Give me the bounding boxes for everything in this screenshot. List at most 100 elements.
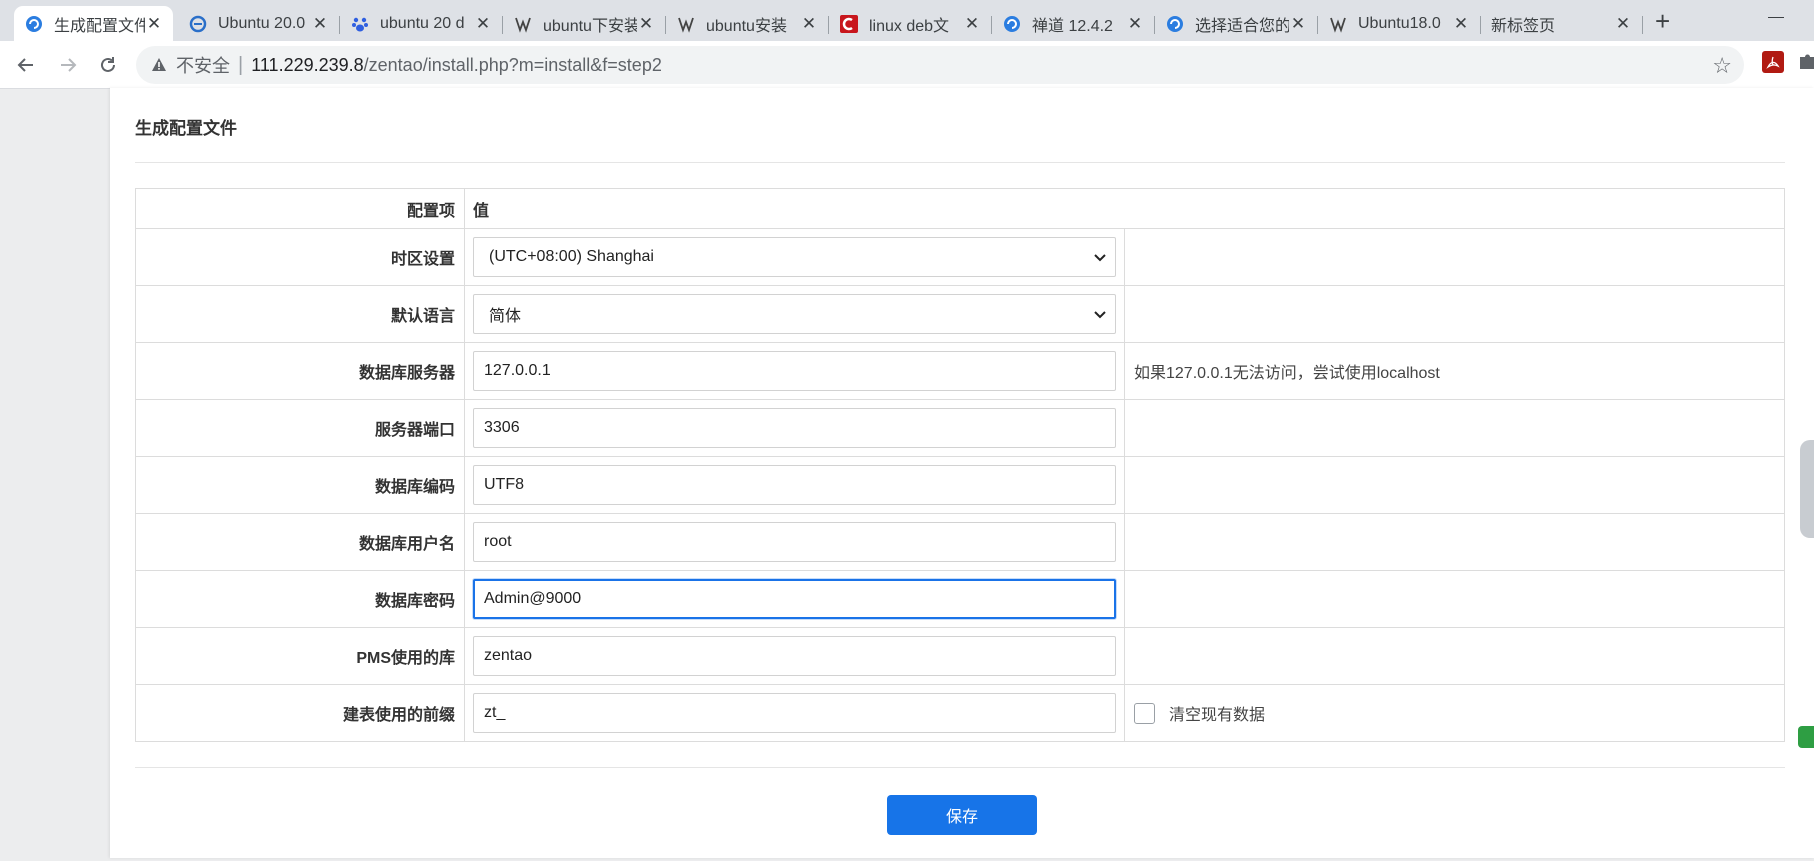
tab-generate-config[interactable]: 生成配置文件 ✕	[14, 6, 173, 41]
row-note	[1124, 228, 1785, 286]
tab-label: ubuntu下安装	[543, 17, 637, 35]
zentao-icon	[1165, 14, 1185, 34]
url-path[interactable]: /zentao/install.php?m=install&f=step2	[364, 55, 662, 76]
acrobat-pdf-icon[interactable]	[1762, 51, 1784, 73]
row-note	[1124, 627, 1785, 685]
db-port-input[interactable]: 3306	[473, 408, 1116, 448]
tab-close-icon[interactable]: ✕	[963, 14, 981, 34]
table-prefix-input[interactable]: zt_	[473, 693, 1116, 733]
select-value: (UTC+08:00) Shanghai	[489, 248, 654, 265]
tab-close-icon[interactable]: ✕	[474, 14, 492, 34]
clear-data-checkbox[interactable]	[1134, 702, 1155, 724]
header-value: 值	[464, 188, 1785, 229]
db-password-input[interactable]: Admin@9000	[473, 579, 1116, 619]
tab-close-icon[interactable]: ✕	[800, 14, 818, 34]
tab-zentao-1242[interactable]: 禅道 12.4.2 ✕	[992, 6, 1155, 41]
row-label: 数据库编码	[135, 456, 465, 514]
tab-close-icon[interactable]: ✕	[145, 14, 163, 34]
tab-close-icon[interactable]: ✕	[1289, 14, 1307, 34]
chevron-down-icon	[1094, 311, 1106, 319]
tab-close-icon[interactable]: ✕	[1614, 14, 1632, 34]
row-label: 数据库服务器	[135, 342, 465, 400]
tab-close-icon[interactable]: ✕	[311, 14, 329, 34]
header-divider	[135, 162, 1785, 163]
browser-toolbar: 不安全 | 111.229.239.8 /zentao/install.php?…	[0, 41, 1814, 89]
tab-close-icon[interactable]: ✕	[1452, 14, 1470, 34]
tab-label: Ubuntu18.0	[1358, 14, 1441, 32]
table-row-db-password: 数据库密码 Admin@9000	[135, 570, 1785, 628]
bookmark-star-icon[interactable]: ☆	[1712, 53, 1732, 79]
forward-arrow-icon[interactable]	[52, 49, 84, 81]
tab-new-tab[interactable]: 新标签页 ✕	[1481, 6, 1643, 41]
tab-strip: 生成配置文件 ✕ Ubuntu 20.0 ✕ ubuntu 20 d ✕ ubu…	[0, 0, 1814, 41]
footer-divider	[135, 767, 1785, 768]
zentao-icon	[1002, 14, 1022, 34]
table-row-pms-db: PMS使用的库 zentao	[135, 627, 1785, 685]
table-row-db-user: 数据库用户名 root	[135, 513, 1785, 571]
address-bar[interactable]: 不安全 | 111.229.239.8 /zentao/install.php?…	[136, 46, 1744, 84]
row-label: 默认语言	[135, 285, 465, 343]
tab-label: 生成配置文件	[54, 17, 145, 35]
tab-label: linux deb文	[869, 17, 950, 35]
tab-label: 禅道 12.4.2	[1032, 17, 1113, 35]
header-config-item: 配置项	[135, 188, 465, 229]
extensions-puzzle-icon[interactable]	[1800, 51, 1814, 73]
back-arrow-icon[interactable]	[10, 49, 42, 81]
tab-choose-suitable[interactable]: 选择适合您的 ✕	[1155, 6, 1318, 41]
wolf-icon	[676, 14, 696, 34]
tab-ubuntu-20-b[interactable]: ubuntu 20 d ✕	[340, 6, 503, 41]
minimize-window-icon[interactable]	[1768, 6, 1784, 28]
language-select[interactable]: 简体	[473, 294, 1116, 334]
db-host-input[interactable]: 127.0.0.1	[473, 351, 1116, 391]
tab-linux-deb[interactable]: linux deb文 ✕	[829, 6, 992, 41]
table-row-language: 默认语言 简体	[135, 285, 1785, 343]
tab-ubuntu-install-b[interactable]: ubuntu安装 ✕	[666, 6, 829, 41]
row-note	[1124, 570, 1785, 628]
select-value: 简体	[489, 308, 522, 325]
row-label: 数据库密码	[135, 570, 465, 628]
new-tab-plus-icon[interactable]: +	[1655, 5, 1670, 37]
timezone-select[interactable]: (UTC+08:00) Shanghai	[473, 237, 1116, 277]
reload-icon[interactable]	[92, 49, 124, 81]
tab-label: ubuntu安装	[706, 17, 787, 35]
url-host[interactable]: 111.229.239.8	[251, 55, 363, 76]
tab-close-icon[interactable]: ✕	[1126, 14, 1144, 34]
wolf-icon	[513, 14, 533, 34]
row-label: 建表使用的前缀	[135, 684, 465, 742]
row-note	[1124, 399, 1785, 457]
tab-label: 新标签页	[1491, 17, 1556, 35]
table-row-db-encoding: 数据库编码 UTF8	[135, 456, 1785, 514]
pms-db-input[interactable]: zentao	[473, 636, 1116, 676]
row-note	[1124, 285, 1785, 343]
save-button[interactable]: 保存	[887, 795, 1037, 835]
tab-ubuntu18[interactable]: Ubuntu18.0 ✕	[1318, 6, 1481, 41]
row-label: 时区设置	[135, 228, 465, 286]
table-row-timezone: 时区设置 (UTC+08:00) Shanghai	[135, 228, 1785, 286]
not-secure-label[interactable]: 不安全	[176, 52, 230, 78]
page-title: 生成配置文件	[135, 119, 237, 138]
row-label: PMS使用的库	[135, 627, 465, 685]
db-user-input[interactable]: root	[473, 522, 1116, 562]
tab-label: ubuntu 20 d	[380, 14, 465, 32]
tab-close-icon[interactable]: ✕	[637, 14, 655, 34]
ie-icon	[188, 14, 208, 34]
tab-label: Ubuntu 20.0	[218, 14, 306, 32]
clear-data-label: 清空现有数据	[1169, 707, 1266, 724]
table-row-table-prefix: 建表使用的前缀 zt_ 清空现有数据	[135, 684, 1785, 742]
side-widget-feedback-icon[interactable]	[1798, 726, 1814, 748]
tab-ubuntu-install-a[interactable]: ubuntu下安装 ✕	[503, 6, 666, 41]
csdn-icon	[839, 14, 859, 34]
table-row-db-host: 数据库服务器 127.0.0.1 如果127.0.0.1无法访问，尝试使用loc…	[135, 342, 1785, 400]
tab-ubuntu-20-a[interactable]: Ubuntu 20.0 ✕	[178, 6, 340, 41]
zentao-icon	[24, 14, 44, 34]
install-panel: 生成配置文件 配置项 值 时区设置 (UTC+08:00) Shanghai 默…	[110, 88, 1814, 858]
table-row-db-port: 服务器端口 3306	[135, 399, 1785, 457]
tab-separator	[1642, 16, 1643, 34]
side-widget-avatar[interactable]	[1800, 440, 1814, 538]
row-note	[1124, 513, 1785, 571]
clear-data-option[interactable]: 清空现有数据	[1134, 701, 1775, 725]
warning-triangle-icon[interactable]	[150, 56, 168, 74]
config-table: 配置项 值 时区设置 (UTC+08:00) Shanghai 默认语言 简体 …	[135, 188, 1785, 742]
db-encoding-input[interactable]: UTF8	[473, 465, 1116, 505]
chevron-down-icon	[1094, 254, 1106, 262]
